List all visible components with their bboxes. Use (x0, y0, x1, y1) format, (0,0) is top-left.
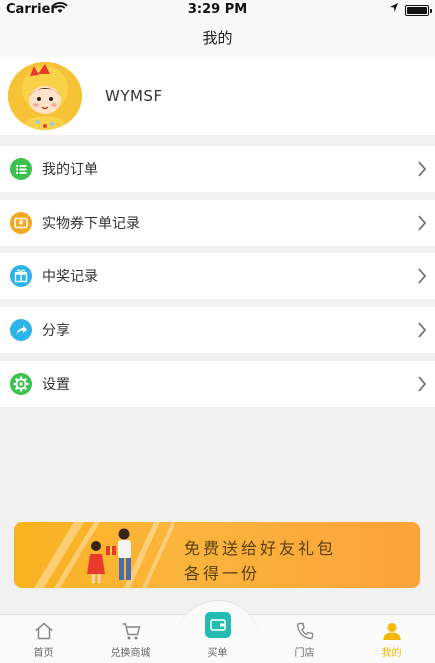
tab-label: 门店 (294, 648, 315, 659)
menu-item-voucher-records[interactable]: 实物券下单记录 (0, 200, 435, 246)
chevron-right-icon (418, 322, 427, 338)
gift-icon (10, 265, 32, 287)
username: WYMSF (105, 87, 163, 105)
banner-title: 免费送给好友礼包 (184, 539, 337, 558)
battery-icon (405, 5, 432, 16)
menu-item-label: 分享 (42, 323, 70, 339)
menu-item-label: 实物券下单记录 (42, 216, 140, 232)
coupon-icon (10, 212, 32, 234)
avatar[interactable] (8, 62, 82, 130)
menu-item-settings[interactable]: 设置 (0, 361, 435, 407)
tab-label: 买单 (207, 648, 228, 659)
user-icon (383, 623, 401, 640)
invite-friend-banner[interactable]: 免费送给好友礼包 各得一份 (14, 522, 420, 588)
gift-giving-illustration (34, 522, 174, 588)
menu-item-share[interactable]: 分享 (0, 307, 435, 353)
page-title: 我的 (0, 20, 435, 57)
list-icon (10, 158, 32, 180)
menu-item-my-orders[interactable]: 我的订单 (0, 146, 435, 192)
menu-item-label: 设置 (42, 377, 70, 393)
location-arrow-icon (389, 2, 399, 16)
tab-mine[interactable]: 我的 (348, 614, 435, 663)
home-icon (35, 622, 53, 640)
tab-home[interactable]: 首页 (0, 614, 87, 663)
tab-label: 我的 (381, 648, 402, 659)
tab-store[interactable]: 门店 (261, 614, 348, 663)
chevron-right-icon (418, 268, 427, 284)
menu-item-label: 中奖记录 (42, 269, 98, 285)
status-bar: Carrier 3:29 PM (0, 0, 435, 20)
menu-item-prize-records[interactable]: 中奖记录 (0, 253, 435, 299)
profile-header[interactable]: WYMSF (0, 57, 435, 135)
chevron-right-icon (418, 215, 427, 231)
tab-label: 首页 (33, 648, 54, 659)
menu-item-label: 我的订单 (42, 162, 98, 178)
tab-pay[interactable]: 买单 (174, 614, 261, 663)
chevron-right-icon (418, 161, 427, 177)
tab-exchange-mall[interactable]: 兑换商城 (87, 614, 174, 663)
phone-icon (296, 622, 314, 640)
chevron-right-icon (418, 376, 427, 392)
banner-subtitle: 各得一份 (184, 564, 261, 583)
tab-label: 兑换商城 (110, 648, 151, 659)
gear-icon (10, 373, 32, 395)
share-icon (10, 319, 32, 341)
clock-time: 3:29 PM (187, 2, 248, 17)
cart-icon (122, 623, 141, 640)
